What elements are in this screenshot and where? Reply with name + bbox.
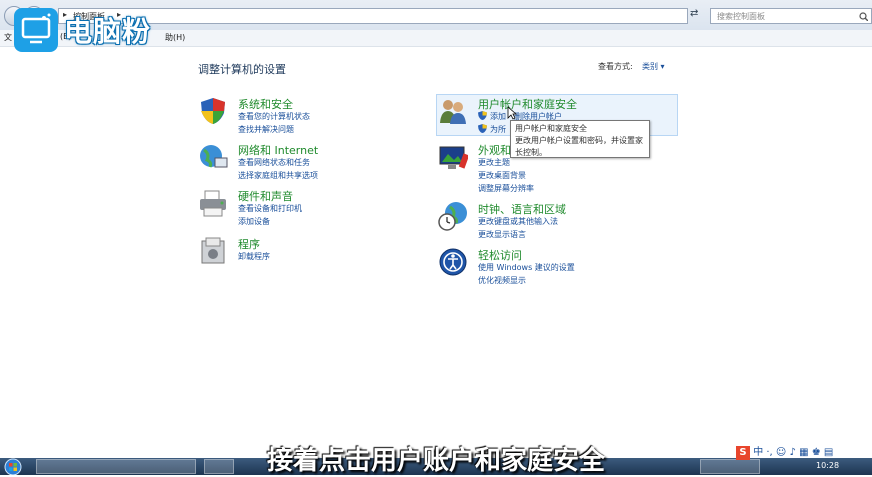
category-link[interactable]: 卸载程序 <box>238 251 270 262</box>
uac-shield-icon <box>478 124 487 133</box>
category-link[interactable]: 更改主题 <box>478 157 510 168</box>
category-title[interactable]: 外观和 <box>478 142 511 158</box>
logo-text: 电脑粉 <box>64 15 152 48</box>
category-link[interactable]: 优化视频显示 <box>478 275 526 286</box>
category-link[interactable]: 为所 <box>490 124 506 135</box>
search-placeholder: 搜索控制面板 <box>717 12 765 21</box>
category-hardware-sound[interactable]: 硬件和声音 查看设备和打印机 添加设备 <box>198 188 398 228</box>
category-link[interactable]: 查看您的计算机状态 <box>238 111 310 122</box>
view-by-label: 查看方式: <box>598 62 633 71</box>
category-ease-access[interactable]: 轻松访问 使用 Windows 建议的设置 优化视频显示 <box>438 247 674 287</box>
menu-file[interactable]: 文 <box>4 32 12 43</box>
category-title[interactable]: 轻松访问 <box>478 247 522 263</box>
category-link[interactable]: 调整屏幕分辨率 <box>478 183 534 194</box>
category-network-internet[interactable]: 网络和 Internet 查看网络状态和任务 选择家庭组和共享选项 <box>198 142 398 182</box>
category-link[interactable]: 添加设备 <box>238 216 270 227</box>
search-input[interactable]: 搜索控制面板 <box>710 8 872 24</box>
category-link[interactable]: 查找并解决问题 <box>238 124 294 135</box>
category-system-security[interactable]: 系统和安全 查看您的计算机状态 查找并解决问题 <box>198 96 398 136</box>
printer-icon <box>200 190 226 217</box>
category-clock-language[interactable]: 时钟、语言和区域 更改键盘或其他输入法 更改显示语言 <box>438 201 674 241</box>
category-title[interactable]: 用户帐户和家庭安全 <box>478 96 577 112</box>
monitor-icon <box>439 146 468 169</box>
category-link[interactable]: 添加 <box>490 111 506 122</box>
clock-globe-icon <box>438 202 467 231</box>
ease-access-icon <box>439 248 467 276</box>
category-link[interactable]: 更改显示语言 <box>478 229 526 240</box>
shield-icon <box>201 98 225 124</box>
category-link[interactable]: 查看网络状态和任务 <box>238 157 310 168</box>
category-link[interactable]: 查看设备和打印机 <box>238 203 302 214</box>
category-link[interactable]: 使用 Windows 建议的设置 <box>478 262 575 273</box>
globe-network-icon <box>200 145 228 168</box>
category-title[interactable]: 网络和 Internet <box>238 142 318 158</box>
watermark-logo: 电脑粉 <box>14 8 174 54</box>
category-link[interactable]: 选择家庭组和共享选项 <box>238 170 318 181</box>
page-title: 调整计算机的设置 <box>198 63 286 76</box>
category-programs[interactable]: 程序 卸载程序 <box>198 236 398 266</box>
category-link[interactable]: 更改键盘或其他输入法 <box>478 216 558 227</box>
monitor-logo-icon <box>21 13 51 44</box>
programs-icon <box>201 237 225 264</box>
category-link[interactable]: 更改桌面背景 <box>478 170 526 181</box>
mouse-cursor-icon <box>507 106 517 120</box>
view-by-dropdown[interactable]: 类别 ▾ <box>642 61 665 72</box>
search-icon[interactable] <box>859 12 868 21</box>
category-title[interactable]: 硬件和声音 <box>238 188 293 204</box>
uac-shield-icon <box>478 111 487 120</box>
tooltip: 用户帐户和家庭安全 更改用户帐户设置和密码，并设置家长控制。 <box>510 120 650 158</box>
refresh-icon[interactable]: ⇄ <box>690 8 698 19</box>
category-title[interactable]: 系统和安全 <box>238 96 293 112</box>
category-title[interactable]: 时钟、语言和区域 <box>478 201 566 217</box>
tooltip-body: 更改用户帐户设置和密码，并设置家长控制。 <box>515 136 643 157</box>
tooltip-title: 用户帐户和家庭安全 <box>515 124 587 133</box>
video-subtitle: 接着点击用户账户和家庭安全 <box>266 446 605 476</box>
logo-badge <box>14 8 58 52</box>
category-title[interactable]: 程序 <box>238 236 260 252</box>
users-icon <box>440 100 466 124</box>
